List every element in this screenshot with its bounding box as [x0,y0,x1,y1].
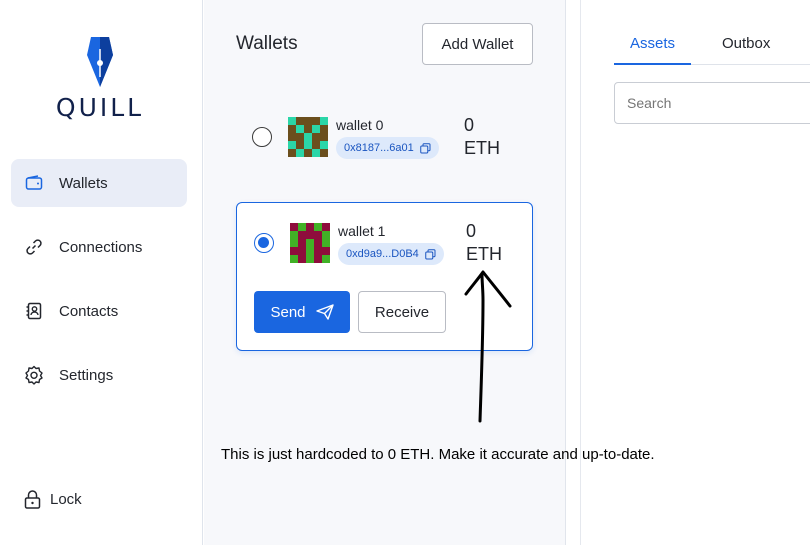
search-input[interactable] [614,82,810,124]
wallet-1-name: wallet 1 [338,223,386,239]
wallet-icon [24,173,44,193]
link-icon [24,237,44,257]
wallets-panel: Wallets Add Wallet wallet 0 0x8187...6a0… [204,0,566,545]
wallet-0-address[interactable]: 0x8187...6a01 [336,137,439,159]
sidebar-item-settings[interactable]: Settings [11,351,187,399]
sidebar: QUILL Wallets Connections Contacts Setti… [0,0,203,545]
balance-unit: ETH [464,138,500,158]
sidebar-item-wallets[interactable]: Wallets [11,159,187,207]
lock-button[interactable]: Lock [24,490,82,509]
sidebar-item-label: Contacts [59,302,119,320]
brand-logo: QUILL [0,35,200,122]
contacts-book-icon [24,301,44,321]
wallet-0-radio[interactable] [252,127,272,147]
brand-name: QUILL [55,93,145,122]
copy-icon[interactable] [419,142,431,154]
copy-icon[interactable] [425,248,436,260]
paper-plane-icon [315,304,334,320]
wallet-0-balance: 0 ETH [464,114,500,160]
balance-amount: 0 [464,115,475,135]
annotation-note: This is just hardcoded to 0 ETH. Make it… [221,446,655,463]
page-title: Wallets [236,33,298,54]
wallet-0-avatar [288,117,328,157]
tab-outbox[interactable]: Outbox [722,35,770,52]
sidebar-item-connections[interactable]: Connections [11,223,187,271]
assets-panel: Assets Outbox [580,0,810,545]
lock-label: Lock [50,491,82,508]
send-label: Send [270,303,306,321]
lock-icon [24,490,41,509]
wallet-1-radio[interactable] [254,233,274,253]
add-wallet-button[interactable]: Add Wallet [422,23,533,65]
wallet-0-name: wallet 0 [336,117,384,133]
gear-icon [24,365,44,385]
balance-unit: ETH [466,244,502,264]
send-button[interactable]: Send [254,291,350,333]
tab-assets[interactable]: Assets [630,35,675,52]
wallet-1-avatar [290,223,330,263]
wallet-address-text: 0x8187...6a01 [344,142,414,154]
receive-button[interactable]: Receive [358,291,446,333]
wallet-1-address[interactable]: 0xd9a9...D0B4 [338,243,444,265]
balance-amount: 0 [466,221,477,241]
wallet-1-balance: 0 ETH [466,220,502,266]
wallet-address-text: 0xd9a9...D0B4 [346,248,419,260]
sidebar-item-contacts[interactable]: Contacts [11,287,187,335]
sidebar-item-label: Wallets [59,174,108,192]
sidebar-item-label: Connections [59,238,143,256]
sidebar-item-label: Settings [59,366,114,384]
pen-nib-icon [87,37,113,87]
active-tab-indicator [614,63,691,65]
